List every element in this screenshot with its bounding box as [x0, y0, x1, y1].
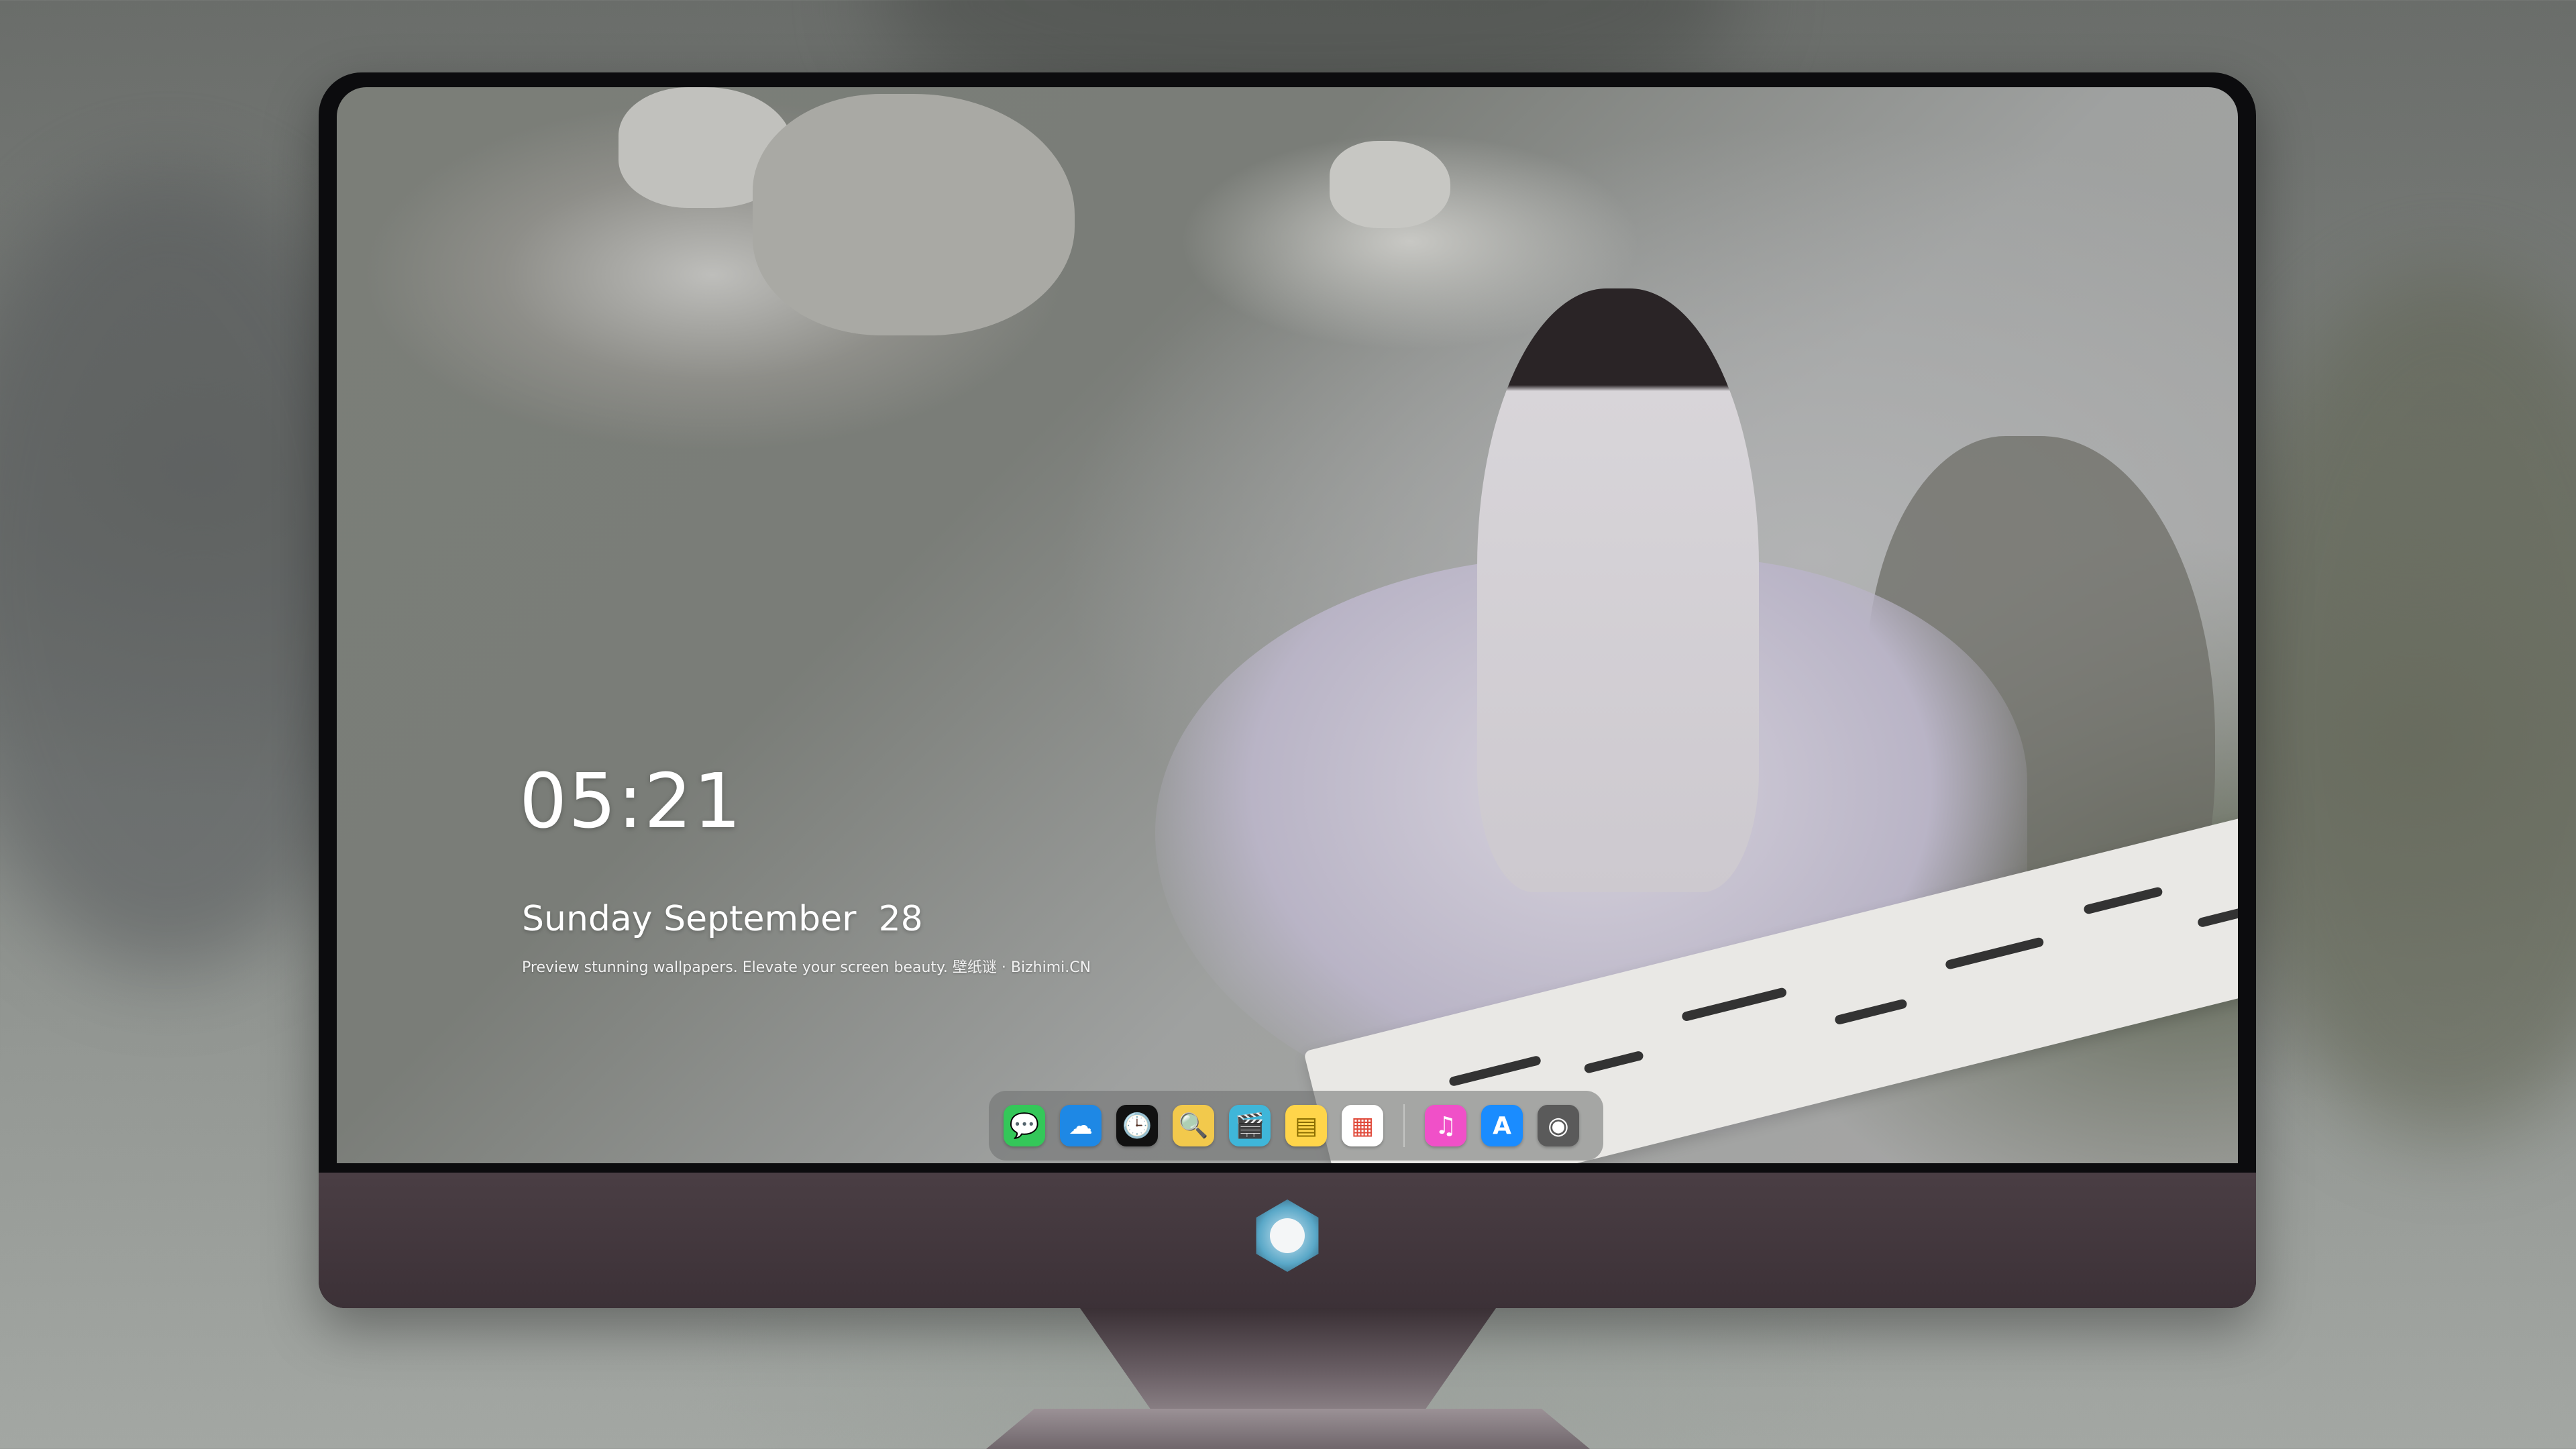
photo-booth-icon[interactable]: ▦: [1342, 1105, 1383, 1146]
preview-icon[interactable]: 🔍: [1173, 1105, 1214, 1146]
app-store-icon[interactable]: A: [1481, 1105, 1523, 1146]
clock-icon[interactable]: 🕒: [1116, 1105, 1158, 1146]
dock-separator: [1403, 1104, 1405, 1147]
music-icon[interactable]: ♫: [1425, 1105, 1466, 1146]
notes-icon[interactable]: ▤: [1285, 1105, 1327, 1146]
lock-screen-time: 05:21: [519, 758, 743, 845]
monitor-stand-base: [986, 1409, 1590, 1449]
weather-icon[interactable]: ☁: [1060, 1105, 1102, 1146]
wallpaper-figure: [1477, 288, 1759, 892]
lock-screen[interactable]: 05:21 Sunday September 28 Preview stunni…: [337, 87, 2238, 1163]
monitor: 05:21 Sunday September 28 Preview stunni…: [319, 72, 2256, 1308]
camera-icon[interactable]: ◉: [1538, 1105, 1579, 1146]
clips-icon[interactable]: 🎬: [1229, 1105, 1271, 1146]
wallpaper-rock: [753, 94, 1075, 335]
background-blur-right: [2214, 268, 2576, 1140]
wallpaper-rock: [1330, 141, 1450, 228]
lock-screen-date: Sunday September 28: [522, 899, 923, 939]
dock: 💬 ☁ 🕒 🔍 🎬 ▤ ▦ ♫ A ◉: [989, 1091, 1603, 1161]
messages-icon[interactable]: 💬: [1004, 1105, 1045, 1146]
lock-screen-tagline: Preview stunning wallpapers. Elevate you…: [522, 959, 1091, 976]
monitor-stand: [1080, 1308, 1496, 1415]
